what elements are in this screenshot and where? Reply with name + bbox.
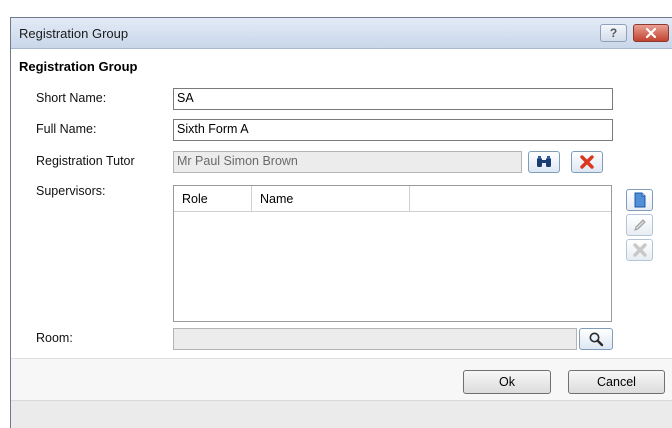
supervisors-table[interactable]: Role Name — [173, 185, 612, 322]
delete-icon — [580, 155, 594, 169]
column-header-name[interactable]: Name — [252, 186, 410, 211]
room-field — [173, 328, 577, 350]
find-tutor-button[interactable] — [528, 151, 560, 173]
find-room-button[interactable] — [579, 328, 613, 350]
column-header-role[interactable]: Role — [174, 186, 252, 211]
help-button[interactable]: ? — [600, 24, 627, 42]
full-name-label: Full Name: — [36, 122, 97, 136]
short-name-input[interactable]: SA — [173, 88, 613, 110]
binoculars-icon — [537, 156, 551, 167]
edit-supervisor-button[interactable] — [626, 214, 653, 236]
group-heading: Registration Group — [19, 59, 138, 74]
add-supervisor-button[interactable] — [626, 189, 653, 211]
ok-button[interactable]: Ok — [463, 370, 551, 394]
cancel-button[interactable]: Cancel — [568, 370, 665, 394]
full-name-input[interactable]: Sixth Form A — [173, 119, 613, 141]
close-button[interactable] — [633, 24, 669, 42]
registration-tutor-label: Registration Tutor — [36, 154, 135, 168]
clear-tutor-button[interactable] — [571, 151, 603, 173]
delete-icon — [632, 243, 647, 257]
magnifier-icon — [589, 332, 604, 347]
room-label: Room: — [36, 331, 73, 345]
short-name-label: Short Name: — [36, 91, 107, 105]
title-bar: Registration Group ? — [11, 18, 672, 49]
window-title: Registration Group — [19, 26, 129, 41]
help-icon: ? — [609, 26, 618, 40]
pencil-icon — [633, 219, 646, 231]
status-strip — [11, 400, 672, 428]
supervisors-table-header: Role Name — [174, 186, 611, 212]
registration-tutor-field: Mr Paul Simon Brown — [173, 151, 522, 173]
form-area: Registration Group Short Name: SA Full N… — [11, 49, 672, 358]
registration-group-dialog: Registration Group ? Registration Group … — [10, 17, 672, 428]
new-document-icon — [634, 192, 645, 208]
close-icon — [645, 27, 657, 39]
dialog-footer: Ok Cancel — [11, 358, 672, 401]
remove-supervisor-button[interactable] — [626, 239, 653, 261]
supervisors-label: Supervisors: — [36, 184, 106, 198]
